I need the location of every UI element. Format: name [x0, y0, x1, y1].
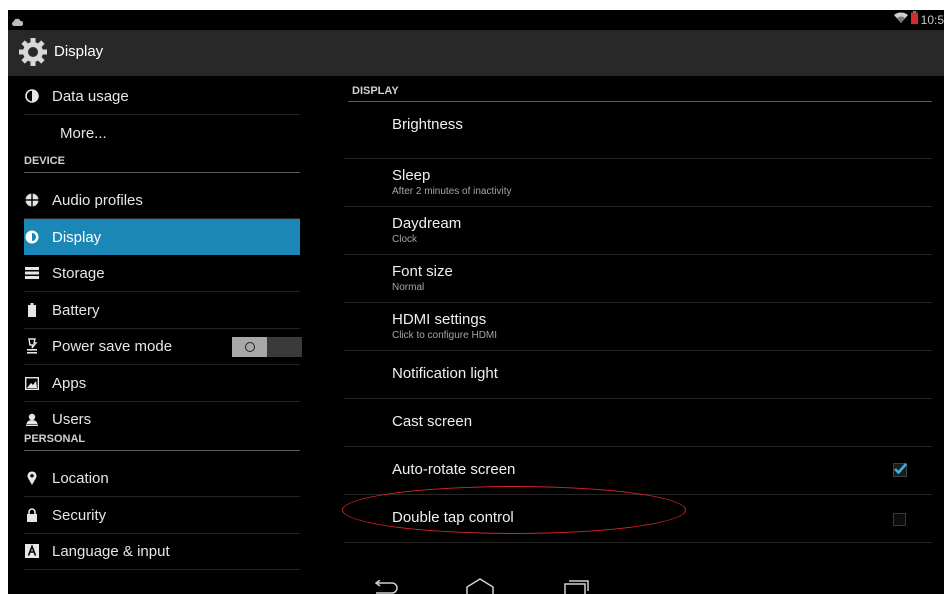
storage-icon: [24, 265, 40, 281]
pref-summary: After 2 minutes of inactivity: [392, 186, 512, 197]
sidebar-item-label: Language & input: [52, 542, 170, 560]
pref-brightness[interactable]: Brightness: [392, 116, 932, 133]
sidebar-item-label: Battery: [52, 301, 100, 319]
sidebar-item-label: Security: [52, 506, 107, 524]
section-header-label: DEVICE: [24, 155, 65, 167]
keyboard-a-icon: [24, 543, 40, 559]
sidebar-item-label: Display: [52, 228, 102, 246]
battery-low-icon: [910, 11, 918, 29]
sidebar-item-data-usage[interactable]: Data usage: [24, 78, 300, 114]
sidebar-item-location[interactable]: Location: [24, 460, 300, 496]
sidebar-item-label: Data usage: [52, 87, 129, 105]
checkmark-icon: [894, 463, 907, 475]
sidebar-item-power-save-mode[interactable]: Power save mode: [24, 328, 302, 364]
pref-sleep[interactable]: Sleep After 2 minutes of inactivity: [392, 167, 932, 197]
section-header-label: PERSONAL: [24, 433, 86, 445]
pref-summary: Clock: [392, 234, 418, 245]
pref-daydream[interactable]: Daydream Clock: [392, 215, 932, 245]
display-settings-panel: DISPLAY Brightness Sleep After 2 minutes…: [344, 76, 932, 546]
pref-title: HDMI settings: [392, 311, 487, 328]
pref-summary: Click to configure HDMI: [392, 330, 498, 341]
status-bar: 10:5: [8, 10, 944, 30]
sidebar-item-battery[interactable]: Battery: [24, 292, 300, 328]
pref-title: Cast screen: [392, 413, 473, 430]
sidebar-item-label: Audio profiles: [52, 191, 143, 209]
section-header-device: DEVICE: [24, 152, 300, 173]
sidebar-item-more[interactable]: More...: [24, 115, 300, 151]
action-bar: Display: [8, 30, 944, 76]
power-save-icon: [24, 338, 40, 354]
pref-notification-light[interactable]: Notification light: [392, 365, 932, 382]
pref-title: Daydream: [392, 215, 462, 232]
audio-profiles-icon: [24, 192, 40, 208]
battery-icon: [24, 302, 40, 318]
sidebar-item-label: Power save mode: [52, 337, 173, 355]
settings-sidebar: Data usage More... DEVICE Audio profiles…: [8, 76, 308, 576]
pref-font-size[interactable]: Font size Normal: [392, 263, 932, 293]
power-save-toggle[interactable]: [232, 337, 302, 357]
sidebar-item-label: Location: [52, 469, 109, 487]
navigation-bar: [8, 576, 944, 594]
sidebar-item-label: Storage: [52, 264, 105, 282]
pref-title: Auto-rotate screen: [392, 461, 516, 478]
sidebar-item-label: Users: [52, 410, 92, 428]
pref-title: Font size: [392, 263, 453, 280]
double-tap-checkbox[interactable]: [893, 513, 906, 526]
section-header-label: DISPLAY: [352, 85, 399, 97]
sidebar-item-language-input[interactable]: Language & input: [24, 533, 300, 569]
sidebar-item-storage[interactable]: Storage: [24, 255, 300, 291]
sidebar-item-apps[interactable]: Apps: [24, 365, 300, 401]
apps-icon: [24, 375, 40, 391]
lock-icon: [24, 507, 40, 523]
pref-auto-rotate-screen[interactable]: Auto-rotate screen: [392, 461, 932, 478]
section-header-display: DISPLAY: [348, 83, 932, 102]
pref-cast-screen[interactable]: Cast screen: [392, 413, 932, 430]
back-icon[interactable]: [372, 579, 398, 594]
toggle-thumb: [232, 337, 267, 357]
home-icon[interactable]: [466, 578, 494, 594]
section-header-personal: PERSONAL: [24, 430, 300, 451]
pref-title: Brightness: [392, 116, 463, 133]
pref-title: Sleep: [392, 167, 431, 184]
sidebar-item-label: Apps: [52, 374, 87, 392]
pref-double-tap-control[interactable]: Double tap control: [392, 509, 932, 526]
pref-summary: Normal: [392, 282, 425, 293]
pref-hdmi-settings[interactable]: HDMI settings Click to configure HDMI: [392, 311, 932, 341]
pref-title: Double tap control: [392, 509, 514, 526]
page-title: Display: [54, 43, 104, 60]
status-clock: 10:5: [920, 13, 944, 27]
android-screen: 10:5 Display Data usage More... DEVICE A…: [8, 10, 944, 594]
wifi-icon: [893, 11, 908, 29]
sidebar-item-label: More...: [60, 124, 107, 142]
display-brightness-icon: [24, 229, 40, 245]
users-icon: [24, 411, 40, 427]
data-usage-icon: [24, 88, 40, 104]
settings-gear-icon[interactable]: [18, 37, 48, 72]
pref-title: Notification light: [392, 365, 498, 382]
recent-apps-icon[interactable]: [564, 578, 590, 594]
sidebar-item-display[interactable]: Display: [24, 219, 300, 255]
sidebar-item-audio-profiles[interactable]: Audio profiles: [24, 182, 300, 218]
location-pin-icon: [24, 470, 40, 486]
sidebar-item-security[interactable]: Security: [24, 497, 300, 533]
auto-rotate-checkbox[interactable]: [893, 463, 907, 477]
